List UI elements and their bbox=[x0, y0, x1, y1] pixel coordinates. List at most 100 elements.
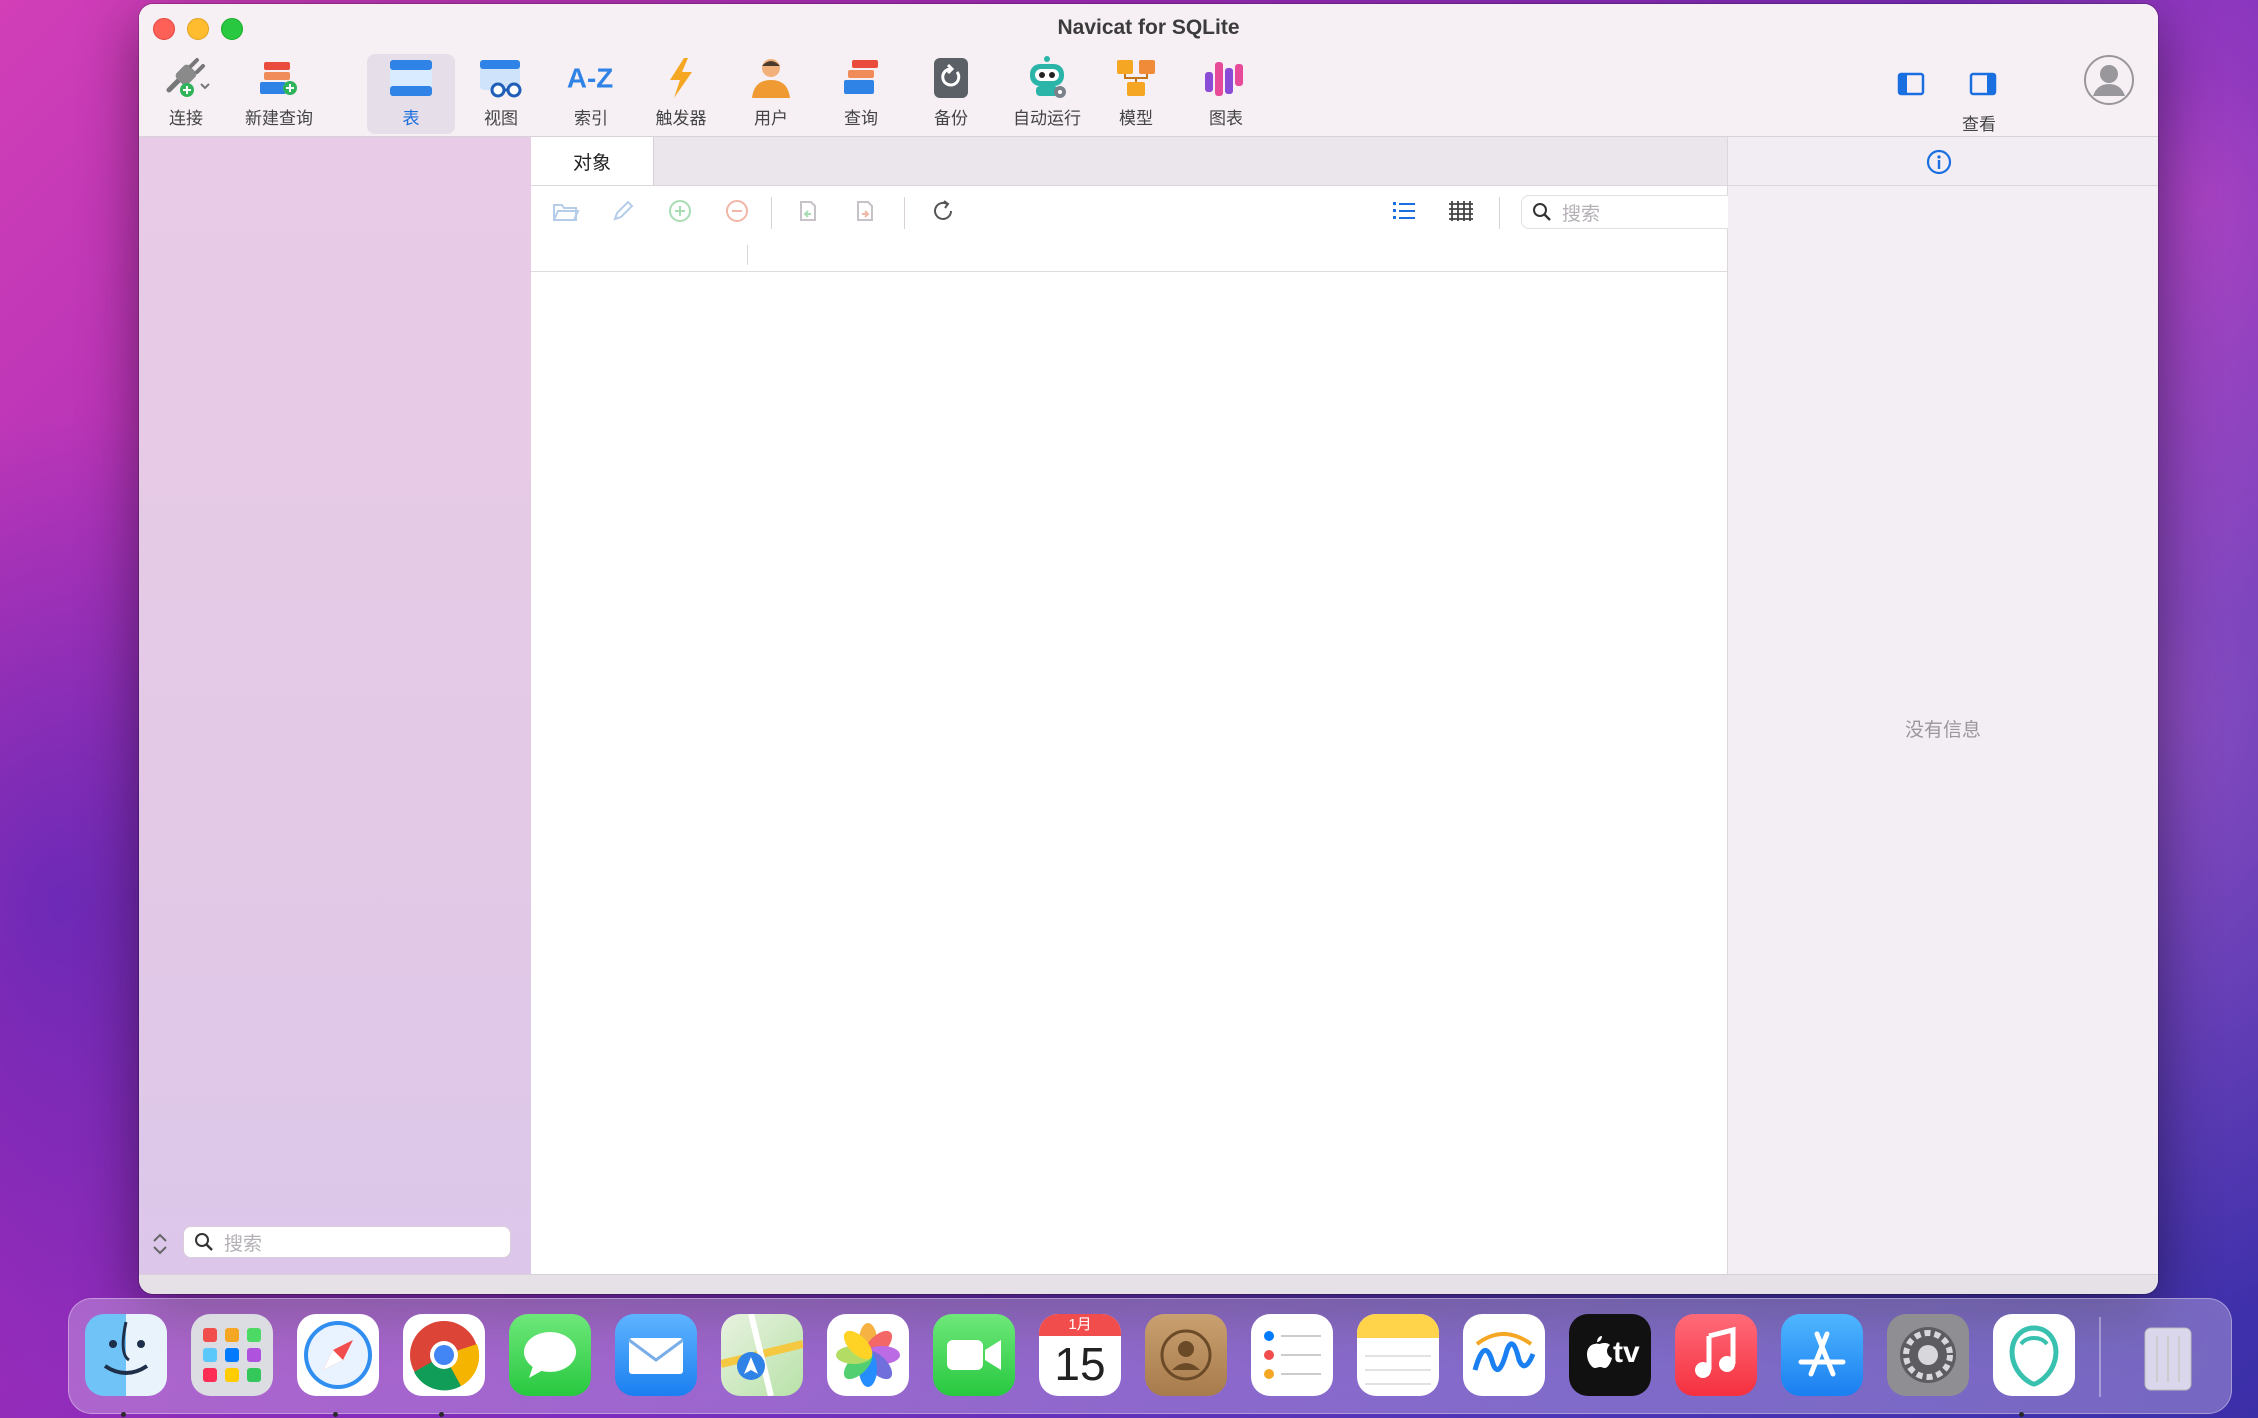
dock-navicat-icon[interactable] bbox=[1993, 1314, 2075, 1396]
query-icon bbox=[835, 54, 887, 102]
tab-objects[interactable]: 对象 bbox=[531, 137, 654, 185]
toolbar-automation-button[interactable]: 自动运行 bbox=[997, 54, 1097, 134]
toolbar-trigger-button[interactable]: 触发器 bbox=[637, 54, 725, 134]
connection-plug-icon bbox=[160, 54, 212, 102]
view-label: 查看 bbox=[1962, 115, 1996, 134]
sort-updown-icon bbox=[153, 1233, 167, 1255]
model-icon bbox=[1110, 54, 1162, 102]
tv-label: tv bbox=[1613, 1336, 1640, 1369]
toolbar-label: 视图 bbox=[484, 109, 518, 128]
sidebar-search-field[interactable]: 搜索 bbox=[183, 1226, 511, 1258]
new-query-icon bbox=[253, 54, 305, 102]
user-avatar-icon bbox=[2084, 55, 2134, 105]
object-list-header bbox=[531, 235, 1849, 272]
search-icon bbox=[1533, 203, 1551, 221]
index-az-icon: A-Z bbox=[565, 54, 617, 102]
running-indicator bbox=[439, 1412, 444, 1417]
dock-maps-icon[interactable] bbox=[721, 1314, 803, 1396]
refresh-icon[interactable] bbox=[928, 197, 958, 225]
toolbar-label: 自动运行 bbox=[1013, 109, 1081, 128]
toolbar-chart-button[interactable]: 图表 bbox=[1182, 54, 1270, 134]
toolbar-connection-button[interactable]: 连接 bbox=[142, 54, 230, 134]
toolbar-separator bbox=[904, 197, 905, 229]
dock-app-store-icon[interactable] bbox=[1781, 1314, 1863, 1396]
user-icon bbox=[745, 54, 797, 102]
account-avatar[interactable] bbox=[2083, 54, 2135, 106]
notes-header bbox=[1357, 1314, 1439, 1338]
dock-mail-icon[interactable] bbox=[615, 1314, 697, 1396]
dock-tv-icon[interactable]: tv bbox=[1569, 1314, 1651, 1396]
toolbar-model-button[interactable]: 模型 bbox=[1092, 54, 1180, 134]
svg-text:A-Z: A-Z bbox=[567, 62, 613, 93]
toolbar-view-button[interactable]: 视图 bbox=[457, 54, 545, 134]
toolbar-label: 触发器 bbox=[655, 109, 707, 128]
sort-toggle[interactable] bbox=[149, 1231, 171, 1257]
toolbar-backup-button[interactable]: 备份 bbox=[907, 54, 995, 134]
info-panel: 没有信息 bbox=[1728, 137, 2158, 1275]
export-icon[interactable] bbox=[850, 197, 880, 225]
toolbar-index-button[interactable]: A-Z 索引 bbox=[547, 54, 635, 134]
dock-music-icon[interactable] bbox=[1675, 1314, 1757, 1396]
toggle-right-panel-button[interactable] bbox=[1963, 66, 2003, 102]
dock-notes-icon[interactable] bbox=[1357, 1314, 1439, 1396]
object-search-placeholder: 搜索 bbox=[1562, 203, 1601, 225]
add-object-icon[interactable] bbox=[665, 197, 695, 225]
edit-pencil-icon[interactable] bbox=[608, 197, 638, 225]
titlebar: Navicat for SQLite 连接 新建查询 表 视图 A-Z 索引 触… bbox=[139, 4, 2158, 137]
search-icon bbox=[195, 1233, 213, 1251]
table-icon bbox=[385, 54, 437, 102]
navicat-window: Navicat for SQLite 连接 新建查询 表 视图 A-Z 索引 触… bbox=[139, 4, 2158, 1294]
dock-launchpad-icon[interactable] bbox=[191, 1314, 273, 1396]
toolbar-label: 模型 bbox=[1119, 109, 1153, 128]
no-info-text: 没有信息 bbox=[1904, 720, 1981, 741]
toolbar-label: 索引 bbox=[574, 109, 608, 128]
delete-object-icon[interactable] bbox=[722, 197, 752, 225]
calendar-day: 15 bbox=[1054, 1338, 1106, 1390]
import-icon[interactable] bbox=[793, 197, 823, 225]
chart-icon bbox=[1200, 54, 1252, 102]
dock-calendar-icon[interactable]: 1月 15 bbox=[1039, 1314, 1121, 1396]
toggle-left-panel-button[interactable] bbox=[1891, 66, 1931, 102]
dock-reminders-icon[interactable] bbox=[1251, 1314, 1333, 1396]
dock-messages-icon[interactable] bbox=[509, 1314, 591, 1396]
toolbar-label: 表 bbox=[402, 109, 420, 128]
grid-view-icon[interactable] bbox=[1446, 197, 1476, 225]
object-toolbar: 搜索 bbox=[531, 185, 1845, 235]
running-indicator bbox=[333, 1412, 338, 1417]
toolbar-label: 用户 bbox=[754, 109, 788, 128]
toolbar-query-button[interactable]: 查询 bbox=[817, 54, 905, 134]
backup-icon bbox=[925, 54, 977, 102]
column-divider[interactable] bbox=[747, 245, 748, 265]
toolbar-table-button[interactable]: 表 bbox=[367, 54, 455, 134]
main-toolbar: 连接 新建查询 表 视图 A-Z 索引 触发器 用户 查询 备份 自动运行 模型… bbox=[139, 50, 2158, 136]
toolbar-new-query-button[interactable]: 新建查询 bbox=[235, 54, 323, 134]
list-view-icon[interactable] bbox=[1389, 197, 1419, 225]
calendar-month: 1月 bbox=[1039, 1314, 1121, 1336]
connection-sidebar: 搜索 bbox=[139, 137, 531, 1275]
toolbar-label: 新建查询 bbox=[245, 109, 313, 128]
sidebar-search-placeholder: 搜索 bbox=[224, 1233, 263, 1255]
view-glasses-icon bbox=[475, 54, 527, 102]
dock-system-settings-icon[interactable] bbox=[1887, 1314, 1969, 1396]
trigger-bolt-icon bbox=[655, 54, 707, 102]
toolbar-label: 查询 bbox=[844, 109, 878, 128]
dock-facetime-icon[interactable] bbox=[933, 1314, 1015, 1396]
toolbar-label: 图表 bbox=[1209, 109, 1243, 128]
dock-photos-icon[interactable] bbox=[827, 1314, 909, 1396]
dock-chrome-icon[interactable] bbox=[403, 1314, 485, 1396]
dock-contacts-icon[interactable] bbox=[1145, 1314, 1227, 1396]
toolbar-user-button[interactable]: 用户 bbox=[727, 54, 815, 134]
automation-robot-icon bbox=[1021, 54, 1073, 102]
info-icon[interactable] bbox=[1926, 149, 1952, 175]
open-folder-icon[interactable] bbox=[551, 197, 581, 225]
dock-trash-icon[interactable] bbox=[2127, 1314, 2209, 1396]
dock-safari-icon[interactable] bbox=[297, 1314, 379, 1396]
info-panel-header bbox=[1728, 137, 2158, 186]
toolbar-label: 连接 bbox=[169, 109, 203, 128]
tab-bar: 对象 bbox=[531, 137, 1727, 186]
running-indicator bbox=[2019, 1412, 2024, 1417]
dock-freeform-icon[interactable] bbox=[1463, 1314, 1545, 1396]
dock-finder-icon[interactable] bbox=[85, 1314, 167, 1396]
dock: 1月 15 tv bbox=[68, 1298, 2232, 1414]
window-title: Navicat for SQLite bbox=[1057, 16, 1240, 39]
